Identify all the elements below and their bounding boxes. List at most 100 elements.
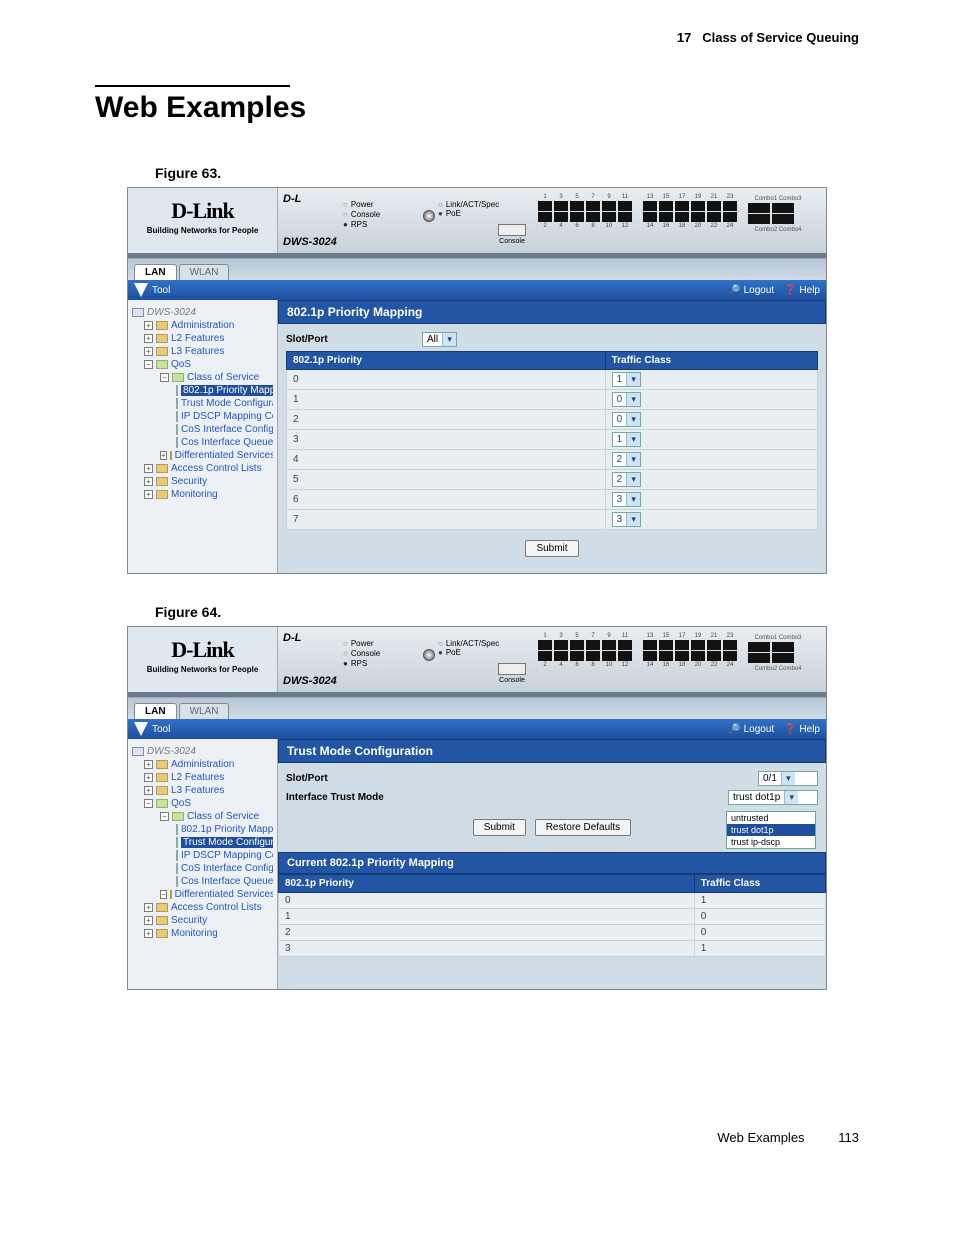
table-row: 31	[279, 941, 826, 957]
tree-ipdscp[interactable]: IP DSCP Mapping Con	[132, 849, 273, 862]
slotport-select[interactable]: All ▾	[422, 332, 457, 347]
traffic-select[interactable]: 2▾	[612, 472, 642, 487]
tree-trust[interactable]: Trust Mode Configurat	[132, 397, 273, 410]
traffic-select[interactable]: 1▾	[612, 372, 642, 387]
logout-link[interactable]: Logout	[728, 285, 774, 296]
traffic-select[interactable]: 1▾	[612, 432, 642, 447]
chevron-down-icon: ▾	[626, 453, 640, 466]
tree-ipdscp[interactable]: IP DSCP Mapping Con	[132, 410, 273, 423]
device-panel: D-L DWS-3024 Power Console RPS Link/ACT/…	[278, 627, 826, 692]
page-footer: Web Examples 113	[95, 1130, 859, 1145]
tree-mon[interactable]: +Monitoring	[132, 488, 273, 501]
chevron-down-icon: ▾	[626, 513, 640, 526]
traffic-select[interactable]: 3▾	[612, 492, 642, 507]
panel-title: 802.1p Priority Mapping	[278, 300, 826, 324]
chevron-down-icon: ▾	[626, 473, 640, 486]
help-link[interactable]: Help	[784, 285, 820, 296]
table-row: 10▾	[287, 390, 818, 410]
console-port: Console	[498, 224, 526, 245]
help-link[interactable]: Help	[784, 724, 820, 735]
tree-admin[interactable]: +Administration	[132, 319, 273, 332]
submit-button[interactable]: Submit	[525, 540, 578, 557]
port-bank-1: 1357911 24681012	[538, 633, 632, 668]
tree-diff[interactable]: +Differentiated Services	[132, 449, 273, 462]
slotport-label: Slot/Port	[286, 773, 416, 784]
chapter-number: 17	[677, 30, 691, 45]
tree-l2[interactable]: +L2 Features	[132, 771, 273, 784]
tab-wlan[interactable]: WLAN	[179, 703, 230, 719]
slotport-label: Slot/Port	[286, 334, 416, 345]
brand-logo: D-Link	[128, 637, 277, 663]
tree-l2[interactable]: +L2 Features	[132, 332, 273, 345]
tree-cos[interactable]: −Class of Service	[132, 371, 273, 384]
tree-sec[interactable]: +Security	[132, 914, 273, 927]
port-bank-2: 131517192123 141618202224	[643, 194, 737, 229]
tree-l3[interactable]: +L3 Features	[132, 784, 273, 797]
table-row: 42▾	[287, 450, 818, 470]
trust-mode-dropdown[interactable]: untrusted trust dot1p trust ip-dscp	[726, 811, 816, 849]
tab-lan[interactable]: LAN	[134, 703, 177, 719]
chapter-title: Class of Service Queuing	[702, 30, 859, 45]
traffic-select[interactable]: 2▾	[612, 452, 642, 467]
tree-trust[interactable]: Trust Mode Configurat	[132, 836, 273, 849]
chevron-down-icon: ▾	[626, 373, 640, 386]
option-untrusted[interactable]: untrusted	[727, 812, 815, 824]
tree-diff[interactable]: −Differentiated Services	[132, 888, 273, 901]
tree-8021p[interactable]: 802.1p Priority Mappin	[132, 823, 273, 836]
trust-mode-select[interactable]: trust dot1p ▾	[728, 790, 818, 805]
port-bank-1: 1357911 24681012	[538, 194, 632, 229]
col-traffic: Traffic Class	[605, 352, 817, 370]
tree-qos[interactable]: −QoS	[132, 358, 273, 371]
tree-cosif[interactable]: CoS Interface Configu	[132, 862, 273, 875]
slotport-row: Slot/Port 0/1 ▾	[286, 771, 818, 786]
tree-qos[interactable]: −QoS	[132, 797, 273, 810]
tree-cosif[interactable]: CoS Interface Configu	[132, 423, 273, 436]
tree-mon[interactable]: +Monitoring	[132, 927, 273, 940]
tree-admin[interactable]: +Administration	[132, 758, 273, 771]
link-act: Link/ACT/Spec	[438, 200, 499, 209]
traffic-select[interactable]: 3▾	[612, 512, 642, 527]
led-power: Power	[343, 200, 380, 210]
section-title: Web Examples	[95, 91, 859, 125]
option-trust-ipdscp[interactable]: trust ip-dscp	[727, 836, 815, 848]
tree-sec[interactable]: +Security	[132, 475, 273, 488]
poe: PoE	[438, 209, 499, 218]
toolbar: Tool Logout Help	[128, 280, 826, 300]
console-port-icon	[498, 663, 526, 675]
option-trust-dot1p[interactable]: trust dot1p	[727, 824, 815, 836]
traffic-select[interactable]: 0▾	[612, 392, 642, 407]
restore-defaults-button[interactable]: Restore Defaults	[535, 819, 631, 836]
brand-box: D-Link Building Networks for People	[128, 627, 278, 692]
traffic-select[interactable]: 0▾	[612, 412, 642, 427]
nav-tree: DWS-3024 +Administration +L2 Features +L…	[128, 739, 278, 989]
tree-8021p[interactable]: 802.1p Priority Mappin	[132, 384, 273, 397]
content-pane: Trust Mode Configuration Slot/Port 0/1 ▾…	[278, 739, 826, 989]
logout-link[interactable]: Logout	[728, 724, 774, 735]
led-console: Console	[343, 210, 380, 220]
reset-button-icon	[423, 210, 435, 222]
figure-caption-64: Figure 64.	[155, 604, 859, 620]
tree-acl[interactable]: +Access Control Lists	[132, 901, 273, 914]
submit-button[interactable]: Submit	[473, 819, 526, 836]
slotport-select[interactable]: 0/1 ▾	[758, 771, 818, 786]
tree-acl[interactable]: +Access Control Lists	[132, 462, 273, 475]
tool-label[interactable]: Tool	[152, 285, 170, 296]
current-priority-table: 802.1p Priority Traffic Class 01 10 20 3…	[278, 874, 826, 957]
chevron-down-icon: ▾	[442, 333, 456, 346]
nav-tree: DWS-3024 +Administration +L2 Features +L…	[128, 300, 278, 573]
tree-cosq[interactable]: Cos Interface Queue C	[132, 875, 273, 888]
tree-l3[interactable]: +L3 Features	[132, 345, 273, 358]
chevron-down-icon: ▾	[626, 493, 640, 506]
tab-wlan[interactable]: WLAN	[179, 264, 230, 280]
button-row: Submit	[286, 530, 818, 565]
table-row: 52▾	[287, 470, 818, 490]
tool-icon	[134, 283, 148, 297]
tree-cosq[interactable]: Cos Interface Queue C	[132, 436, 273, 449]
tool-icon	[134, 722, 148, 736]
tree-cos[interactable]: −Class of Service	[132, 810, 273, 823]
tab-lan[interactable]: LAN	[134, 264, 177, 280]
tree-root[interactable]: DWS-3024	[132, 306, 273, 319]
trust-mode-value: trust dot1p	[729, 792, 784, 803]
tree-root[interactable]: DWS-3024	[132, 745, 273, 758]
tab-row: LAN WLAN	[128, 258, 826, 280]
